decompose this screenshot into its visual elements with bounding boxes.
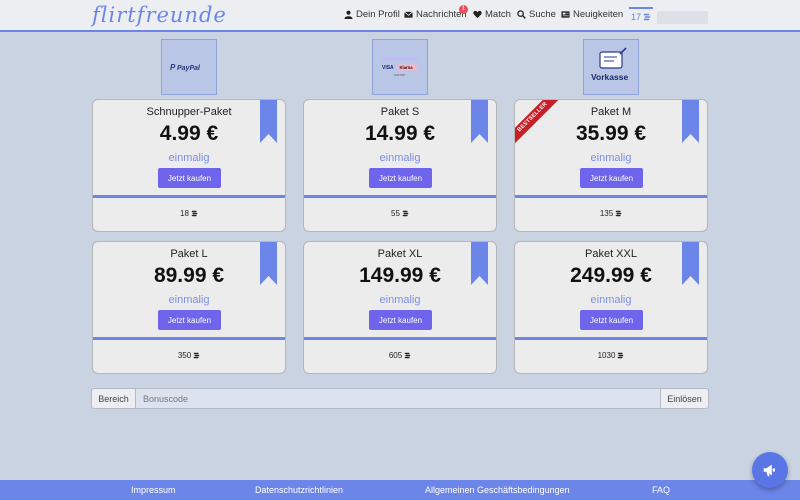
nav-match[interactable]: Match <box>473 9 511 20</box>
package-name: Paket S <box>380 106 420 118</box>
coins-icon <box>643 13 651 21</box>
package-price: 14.99 € <box>364 122 436 145</box>
nav-search[interactable]: Suche <box>517 9 556 20</box>
bonus-area-label: Bereich <box>91 388 136 409</box>
package-coin-amount: 55 <box>391 209 400 218</box>
package-billing-type: einmalig <box>168 152 210 164</box>
card-divider <box>515 337 707 340</box>
buy-now-button[interactable]: Jetzt kaufen <box>369 310 432 330</box>
package-coins: 1030 <box>515 351 707 360</box>
footer-link-terms[interactable]: Allgemeinen Geschäftsbedingungen <box>425 485 570 495</box>
package-card: BESTSELLER Paket M 35.99 € einmalig Jetzt ka… <box>514 99 708 232</box>
nav-match-label: Match <box>485 9 511 20</box>
buy-now-button[interactable]: Jetzt kaufen <box>369 168 432 188</box>
footer: Impressum Datenschutzrichtlinien Allgeme… <box>0 480 800 500</box>
bonus-code-input[interactable] <box>136 388 660 409</box>
package-coins: 350 <box>93 351 285 360</box>
buy-now-button[interactable]: Jetzt kaufen <box>580 168 643 188</box>
package-price: 149.99 € <box>359 264 441 287</box>
card-divider <box>93 195 285 198</box>
card-divider <box>304 337 496 340</box>
package-card: Paket XL 149.99 € einmalig Jetzt kaufen 605 <box>303 241 497 374</box>
search-icon <box>517 10 526 19</box>
payment-method-vorkasse[interactable]: Vorkasse <box>583 39 639 95</box>
heart-icon <box>473 10 482 19</box>
payment-method-klarna[interactable]: VISA Klarna SOFORT <box>372 39 428 95</box>
nav-profile[interactable]: Dein Profil <box>344 9 400 20</box>
package-price: 249.99 € <box>570 264 652 287</box>
coins-icon <box>618 352 624 359</box>
package-coin-amount: 135 <box>599 209 614 218</box>
package-billing-type: einmalig <box>379 152 421 164</box>
user-icon <box>344 10 353 19</box>
package-card: Paket S 14.99 € einmalig Jetzt kaufen 55 <box>303 99 497 232</box>
bonus-code-form: Bereich Einlösen <box>91 388 709 409</box>
coin-balance-value: 17 <box>631 12 642 22</box>
coins-icon <box>404 352 411 359</box>
nav-search-label: Suche <box>529 9 556 20</box>
paypal-logo: P PayPal <box>170 63 201 72</box>
paypal-text: PayPal <box>177 65 201 72</box>
card-divider <box>93 337 285 340</box>
package-coin-amount: 350 <box>177 351 192 360</box>
package-coin-amount: 1030 <box>597 351 616 360</box>
user-menu[interactable] <box>657 11 708 24</box>
footer-link-faq[interactable]: FAQ <box>652 485 670 495</box>
vorkasse-text: Vorkasse <box>591 72 628 82</box>
sofort-text: SOFORT <box>394 73 406 77</box>
package-card: Schnupper-Paket 4.99 € einmalig Jetzt kaufe… <box>92 99 286 232</box>
nav-messages[interactable]: Nachrichten 1 <box>404 5 468 20</box>
visa-klarna-logo: VISA Klarna SOFORT <box>381 58 419 77</box>
coins-icon <box>191 210 198 217</box>
message-count-badge: 1 <box>459 5 468 14</box>
nav-news-label: Neuigkeiten <box>573 9 624 20</box>
package-name: Schnupper-Paket <box>146 106 232 118</box>
megaphone-icon <box>763 464 775 477</box>
package-name: Paket XL <box>377 248 423 260</box>
package-name: Paket L <box>170 248 208 260</box>
coins-icon <box>615 210 622 217</box>
visa-text: VISA <box>382 65 394 71</box>
package-coins: 18 <box>93 209 285 218</box>
package-name: Paket M <box>590 106 632 118</box>
buy-now-button[interactable]: Jetzt kaufen <box>158 168 221 188</box>
package-coin-amount: 18 <box>180 209 189 218</box>
package-billing-type: einmalig <box>590 152 632 164</box>
package-billing-type: einmalig <box>379 294 421 306</box>
buy-now-button[interactable]: Jetzt kaufen <box>580 310 643 330</box>
package-card: Paket XXL 249.99 € einmalig Jetzt kaufen 103… <box>514 241 708 374</box>
nav-profile-label: Dein Profil <box>356 9 400 20</box>
coins-icon <box>402 210 409 217</box>
card-divider <box>304 195 496 198</box>
package-price: 35.99 € <box>575 122 647 145</box>
package-coins: 605 <box>304 351 496 360</box>
package-coin-amount: 605 <box>388 351 403 360</box>
coin-balance[interactable]: 17 <box>629 7 654 23</box>
coins-icon <box>193 352 200 359</box>
package-name: Paket XXL <box>585 248 637 260</box>
card-divider <box>515 195 707 198</box>
envelope-icon <box>404 11 413 18</box>
redeem-button[interactable]: Einlösen <box>660 388 709 409</box>
payment-method-paypal[interactable]: P PayPal <box>161 39 217 95</box>
buy-now-button[interactable]: Jetzt kaufen <box>158 310 221 330</box>
package-card: Paket L 89.99 € einmalig Jetzt kaufen 350 <box>92 241 286 374</box>
news-icon <box>561 11 570 18</box>
package-coins: 55 <box>304 209 496 218</box>
package-price: 4.99 € <box>159 122 219 145</box>
package-coins: 135 <box>515 209 707 218</box>
package-billing-type: einmalig <box>168 294 210 306</box>
nav-news[interactable]: Neuigkeiten <box>561 9 623 20</box>
klarna-text: Klarna <box>400 65 414 70</box>
top-header: flirtfreunde Dein Profil Nachrichten 1 M… <box>0 0 800 32</box>
footer-link-impressum[interactable]: Impressum <box>131 485 176 495</box>
feedback-button[interactable] <box>752 452 788 488</box>
package-billing-type: einmalig <box>590 294 632 306</box>
package-price: 89.99 € <box>153 264 225 287</box>
vorkasse-logo: Vorkasse <box>591 47 628 82</box>
footer-link-privacy[interactable]: Datenschutzrichtlinien <box>255 485 343 495</box>
svg-text:P: P <box>170 63 176 72</box>
